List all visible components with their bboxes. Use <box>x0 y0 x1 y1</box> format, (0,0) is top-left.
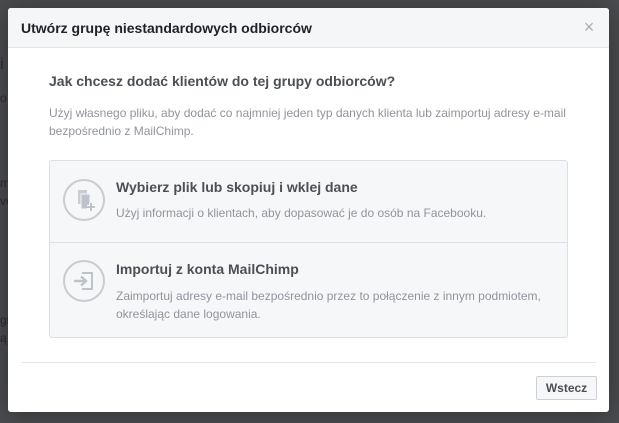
option-description: Użyj informacji o klientach, aby dopasow… <box>116 206 487 220</box>
dialog-title: Utwórz grupę niestandardowych odbiorców <box>21 20 312 36</box>
background-text: ą <box>0 331 7 345</box>
option-title: Importuj z konta MailChimp <box>116 261 299 277</box>
file-add-icon <box>63 179 105 221</box>
option-upload-file[interactable]: Wybierz plik lub skopiuj i wklej dane Uż… <box>50 161 567 243</box>
option-import-mailchimp[interactable]: Importuj z konta MailChimp Zaimportuj ad… <box>50 243 567 337</box>
close-icon[interactable]: × <box>581 18 597 36</box>
option-title: Wybierz plik lub skopiuj i wklej dane <box>116 179 358 195</box>
background-text: i <box>0 56 4 73</box>
dialog-header: Utwórz grupę niestandardowych odbiorców … <box>8 8 609 48</box>
import-icon <box>63 260 105 302</box>
footer-divider <box>21 362 596 363</box>
background-text: o <box>0 91 7 105</box>
back-button[interactable]: Wstecz <box>536 376 597 400</box>
source-options-list: Wybierz plik lub skopiuj i wklej dane Uż… <box>49 160 568 338</box>
dialog-description: Użyj własnego pliku, aby dodać co najmni… <box>49 106 566 138</box>
dialog-question: Jak chcesz dodać klientów do tej grupy o… <box>49 73 396 89</box>
option-description: Zaimportuj adresy e-mail bezpośrednio pr… <box>116 289 541 321</box>
custom-audience-dialog: Utwórz grupę niestandardowych odbiorców … <box>8 8 609 412</box>
